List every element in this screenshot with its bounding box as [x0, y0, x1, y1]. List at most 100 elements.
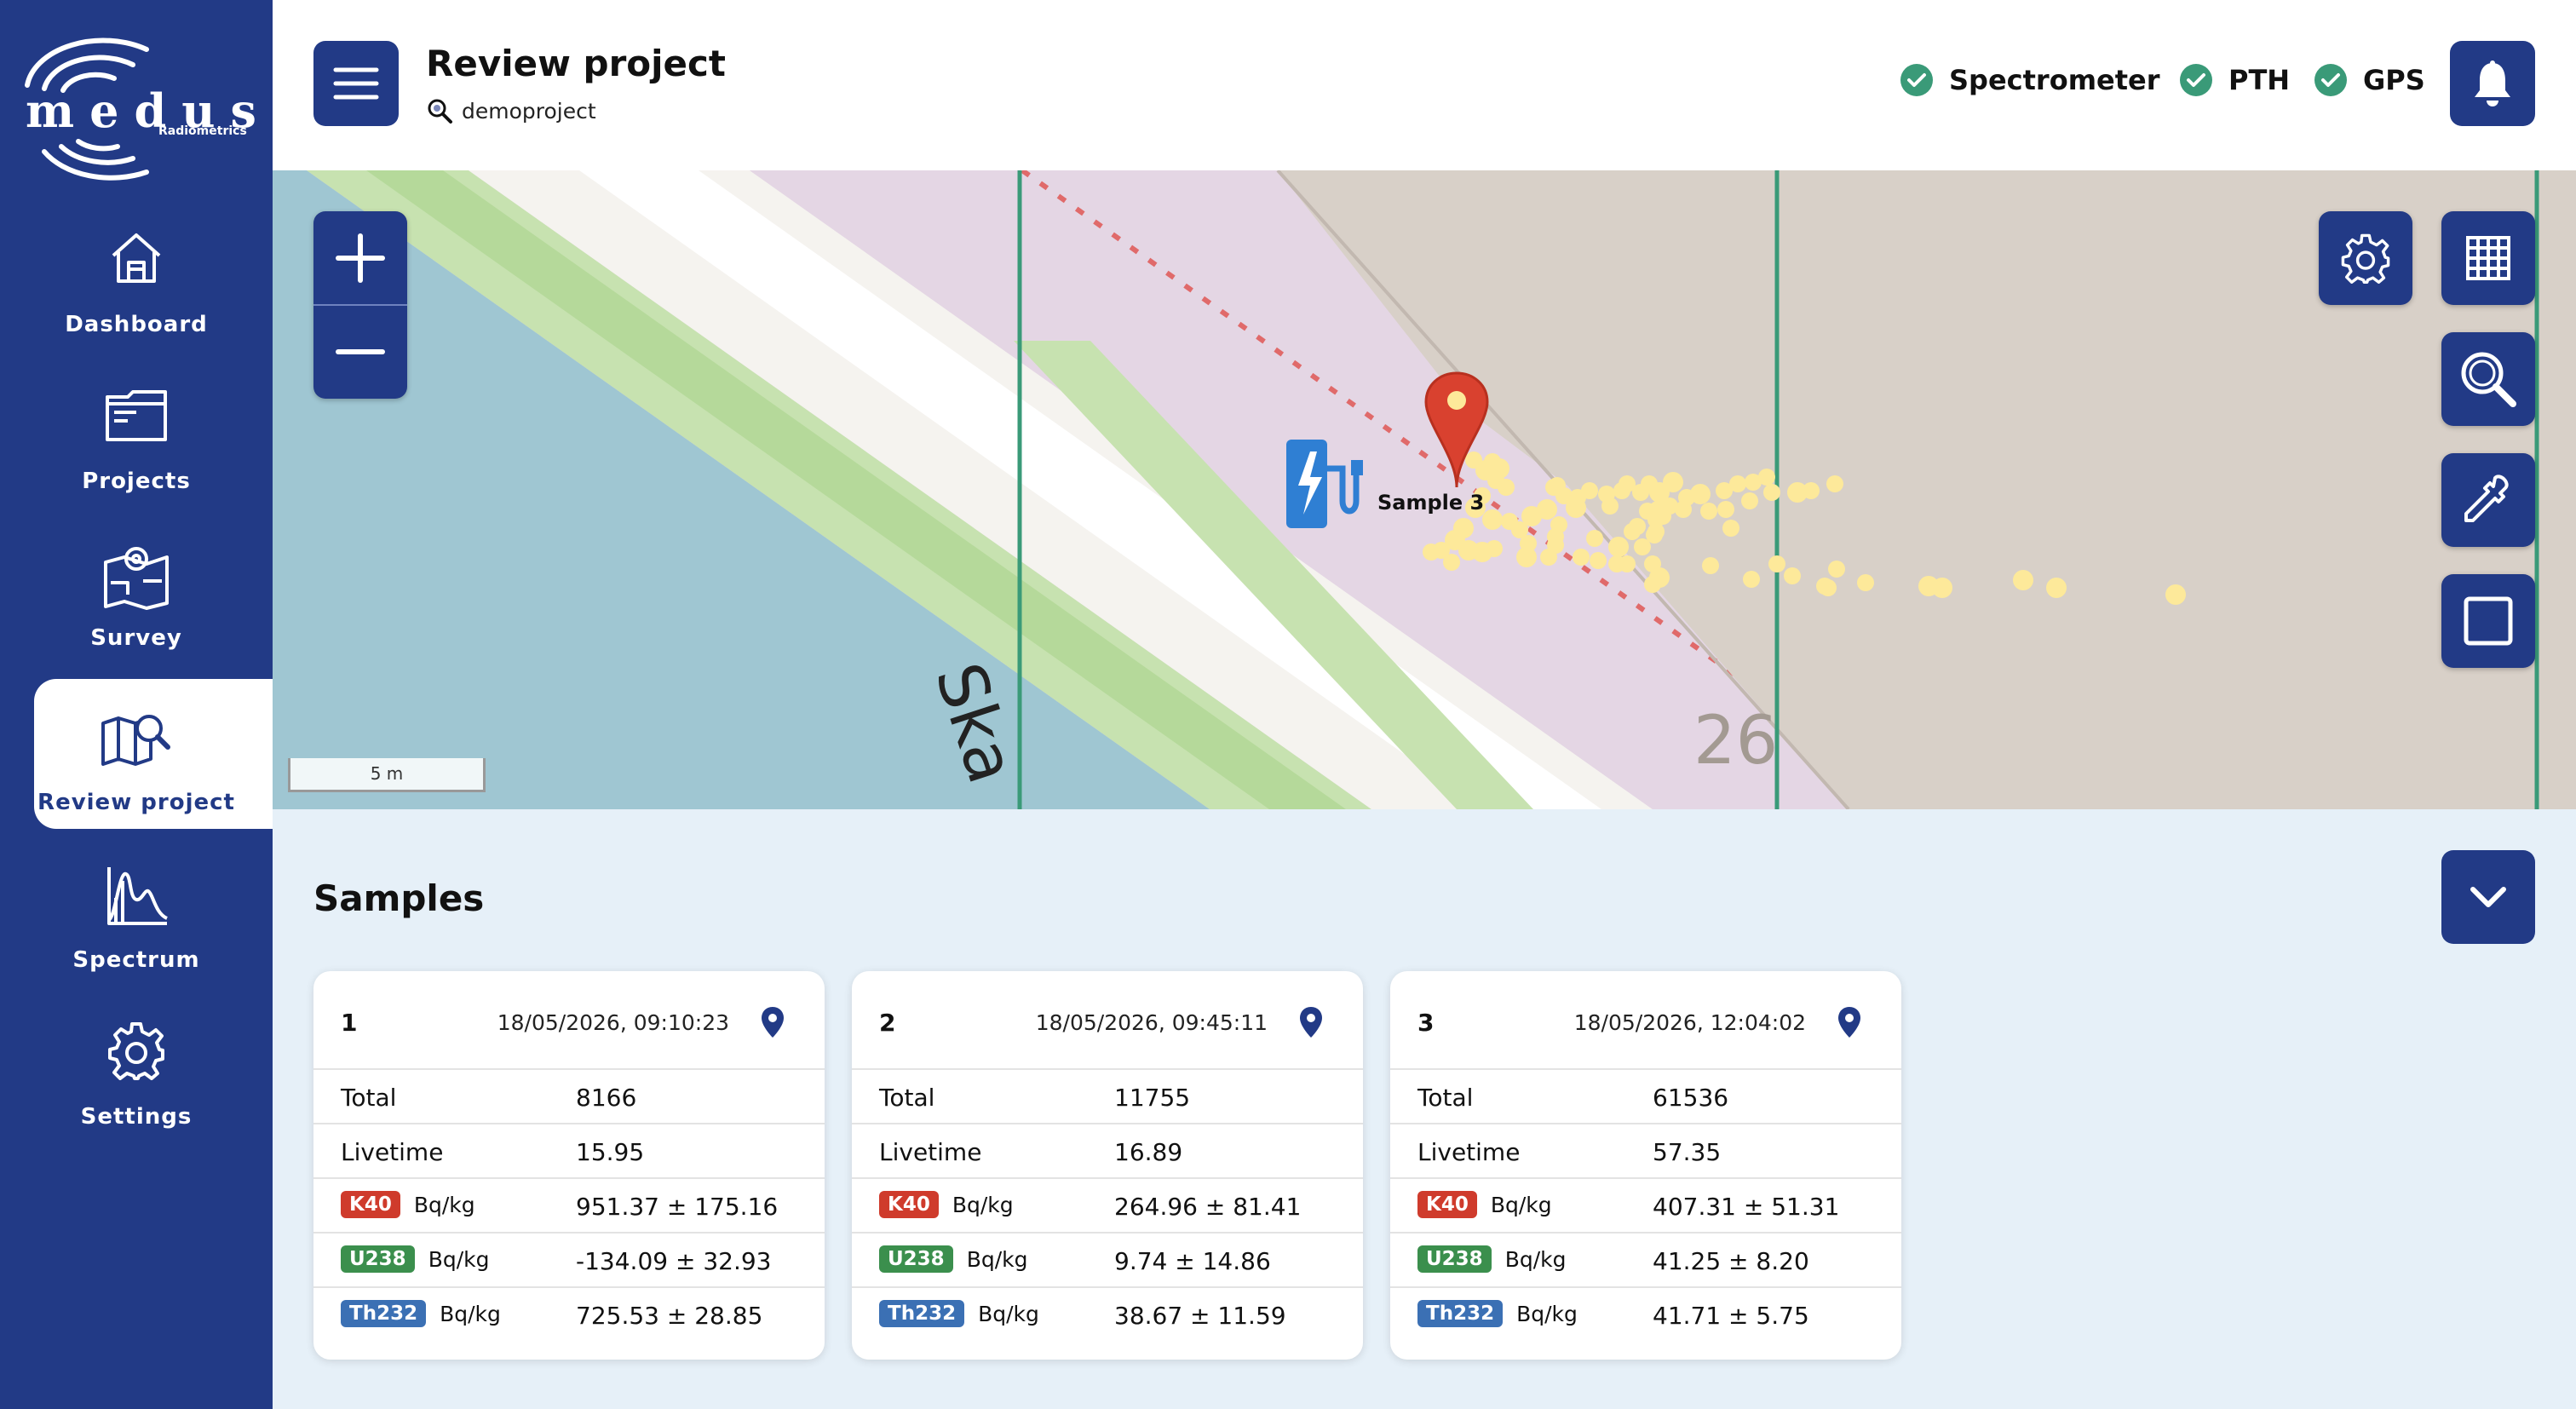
th232-badge: Th232: [1417, 1300, 1504, 1327]
spectrum-chart-icon: [34, 864, 239, 932]
grid-toggle-button[interactable]: [2441, 211, 2535, 305]
sample-row-th232: Th232 Bq/kg 41.71 ± 5.75: [1390, 1288, 1901, 1343]
bell-icon: [2475, 60, 2510, 106]
sample-card[interactable]: 1 18/05/2026, 09:10:23 Total 8166 Liveti…: [313, 971, 825, 1360]
eyedropper-button[interactable]: [2441, 453, 2535, 547]
total-value: 61536: [1653, 1084, 1729, 1112]
locate-pin-icon[interactable]: [760, 1005, 785, 1039]
sample-row-k40: K40 Bq/kg 264.96 ± 81.41: [852, 1179, 1363, 1234]
status-label: PTH: [2228, 64, 2291, 96]
row-label: Total: [341, 1084, 397, 1112]
th232-badge: Th232: [341, 1300, 427, 1327]
page-title: Review project: [426, 43, 726, 84]
sidebar-item-review-project[interactable]: Review project: [34, 679, 273, 829]
zoom-controls: [313, 211, 407, 399]
samples-panel: Samples 1 18/05/2026, 09:10:23 Total 816…: [273, 809, 2576, 1409]
total-value: 11755: [1114, 1084, 1191, 1112]
unit-label: Bq/kg: [413, 1192, 475, 1217]
sample-row-u238: U238 Bq/kg 9.74 ± 14.86: [852, 1234, 1363, 1288]
collapse-samples-button[interactable]: [2441, 850, 2535, 944]
sample-row-k40: K40 Bq/kg 951.37 ± 175.16: [313, 1179, 825, 1234]
sidebar-item-dashboard[interactable]: Dashboard: [34, 201, 273, 351]
sample-card[interactable]: 2 18/05/2026, 09:45:11 Total 11755 Livet…: [852, 971, 1363, 1360]
grid-icon: [2466, 236, 2510, 280]
samples-title: Samples: [313, 877, 485, 919]
gear-icon: [2341, 233, 2390, 284]
sample-row-k40: K40 Bq/kg 407.31 ± 51.31: [1390, 1179, 1901, 1234]
project-search-icon: [428, 99, 452, 124]
status-label: Spectrometer: [1949, 64, 2160, 96]
sidebar-item-label: Spectrum: [72, 947, 200, 973]
sample-row-u238: U238 Bq/kg -134.09 ± 32.93: [313, 1234, 825, 1288]
sample-row-u238: U238 Bq/kg 41.25 ± 8.20: [1390, 1234, 1901, 1288]
u238-badge: U238: [341, 1245, 415, 1273]
sample-row-total: Total 8166: [313, 1070, 825, 1124]
sample-datetime: 18/05/2026, 09:45:11: [1035, 1010, 1268, 1035]
k40-badge: K40: [1417, 1191, 1477, 1218]
locate-pin-icon[interactable]: [1837, 1005, 1862, 1039]
sidebar-item-survey[interactable]: Survey: [34, 515, 273, 664]
hamburger-icon: [333, 67, 379, 100]
sample-datetime: 18/05/2026, 09:10:23: [497, 1010, 729, 1035]
u238-value: -134.09 ± 32.93: [576, 1247, 772, 1275]
unit-label: Bq/kg: [1504, 1246, 1567, 1272]
sample-id: 1: [341, 1009, 358, 1037]
check-circle-icon: [2180, 64, 2212, 96]
locate-pin-icon[interactable]: [1298, 1005, 1324, 1039]
sample-row-total: Total 11755: [852, 1070, 1363, 1124]
map-view[interactable]: 26 Ska Sample 3 5 m: [273, 170, 2576, 809]
sample-row-livetime: Livetime 16.89: [852, 1124, 1363, 1179]
house-number: 26: [1693, 703, 1778, 779]
u238-badge: U238: [879, 1245, 953, 1273]
unit-label: Bq/kg: [1516, 1301, 1578, 1326]
row-label: Livetime: [879, 1138, 982, 1166]
survey-map-icon: [34, 542, 239, 610]
sample-card-header: 3 18/05/2026, 12:04:02: [1390, 971, 1901, 1070]
folder-icon: [34, 385, 239, 453]
zoom-in-button[interactable]: [313, 211, 407, 305]
notifications-button[interactable]: [2450, 41, 2535, 126]
sidebar-item-projects[interactable]: Projects: [34, 358, 273, 508]
row-label: Livetime: [1417, 1138, 1521, 1166]
square-icon: [2464, 596, 2513, 646]
sidebar-item-spectrum[interactable]: Spectrum: [34, 837, 273, 986]
k40-badge: K40: [341, 1191, 400, 1218]
eyedropper-icon: [2464, 474, 2509, 522]
logo-subtext: Radiometrics: [158, 124, 247, 138]
th232-value: 725.53 ± 28.85: [576, 1302, 763, 1330]
sidebar-item-settings[interactable]: Settings: [34, 993, 273, 1143]
unit-label: Bq/kg: [440, 1301, 501, 1326]
sample-card[interactable]: 3 18/05/2026, 12:04:02 Total 61536 Livet…: [1390, 971, 1901, 1360]
sidebar-item-label: Projects: [82, 469, 191, 494]
u238-value: 41.25 ± 8.20: [1653, 1247, 1809, 1275]
map-settings-button[interactable]: [2319, 211, 2412, 305]
total-value: 8166: [576, 1084, 637, 1112]
map-tiles: 26 Ska: [273, 170, 2576, 809]
check-circle-icon: [1900, 64, 1933, 96]
sidebar: medusa Radiometrics Dashboard Projects S…: [0, 0, 302, 1409]
livetime-value: 15.95: [576, 1138, 645, 1166]
sample-datetime: 18/05/2026, 12:04:02: [1573, 1010, 1806, 1035]
unit-label: Bq/kg: [978, 1301, 1039, 1326]
header: Review project demoproject Spectrometer …: [273, 0, 2576, 170]
home-icon: [34, 228, 239, 296]
th232-value: 41.71 ± 5.75: [1653, 1302, 1809, 1330]
u238-badge: U238: [1417, 1245, 1492, 1273]
draw-rectangle-button[interactable]: [2441, 574, 2535, 668]
check-circle-icon: [2314, 64, 2347, 96]
map-search-button[interactable]: [2441, 332, 2535, 426]
gear-icon: [34, 1021, 239, 1089]
status-gps: GPS: [2314, 63, 2425, 97]
sample-id: 3: [1417, 1009, 1435, 1037]
chevron-down-icon: [2470, 887, 2506, 907]
th232-badge: Th232: [879, 1300, 965, 1327]
zoom-out-button[interactable]: [313, 305, 407, 399]
unit-label: Bq/kg: [966, 1246, 1028, 1272]
menu-button[interactable]: [313, 41, 399, 126]
livetime-value: 57.35: [1653, 1138, 1722, 1166]
status-label: GPS: [2363, 64, 2425, 96]
sample-card-header: 2 18/05/2026, 09:45:11: [852, 971, 1363, 1070]
minus-icon: [336, 349, 385, 354]
livetime-value: 16.89: [1114, 1138, 1183, 1166]
sample-marker-label: Sample 3: [1377, 491, 1485, 515]
